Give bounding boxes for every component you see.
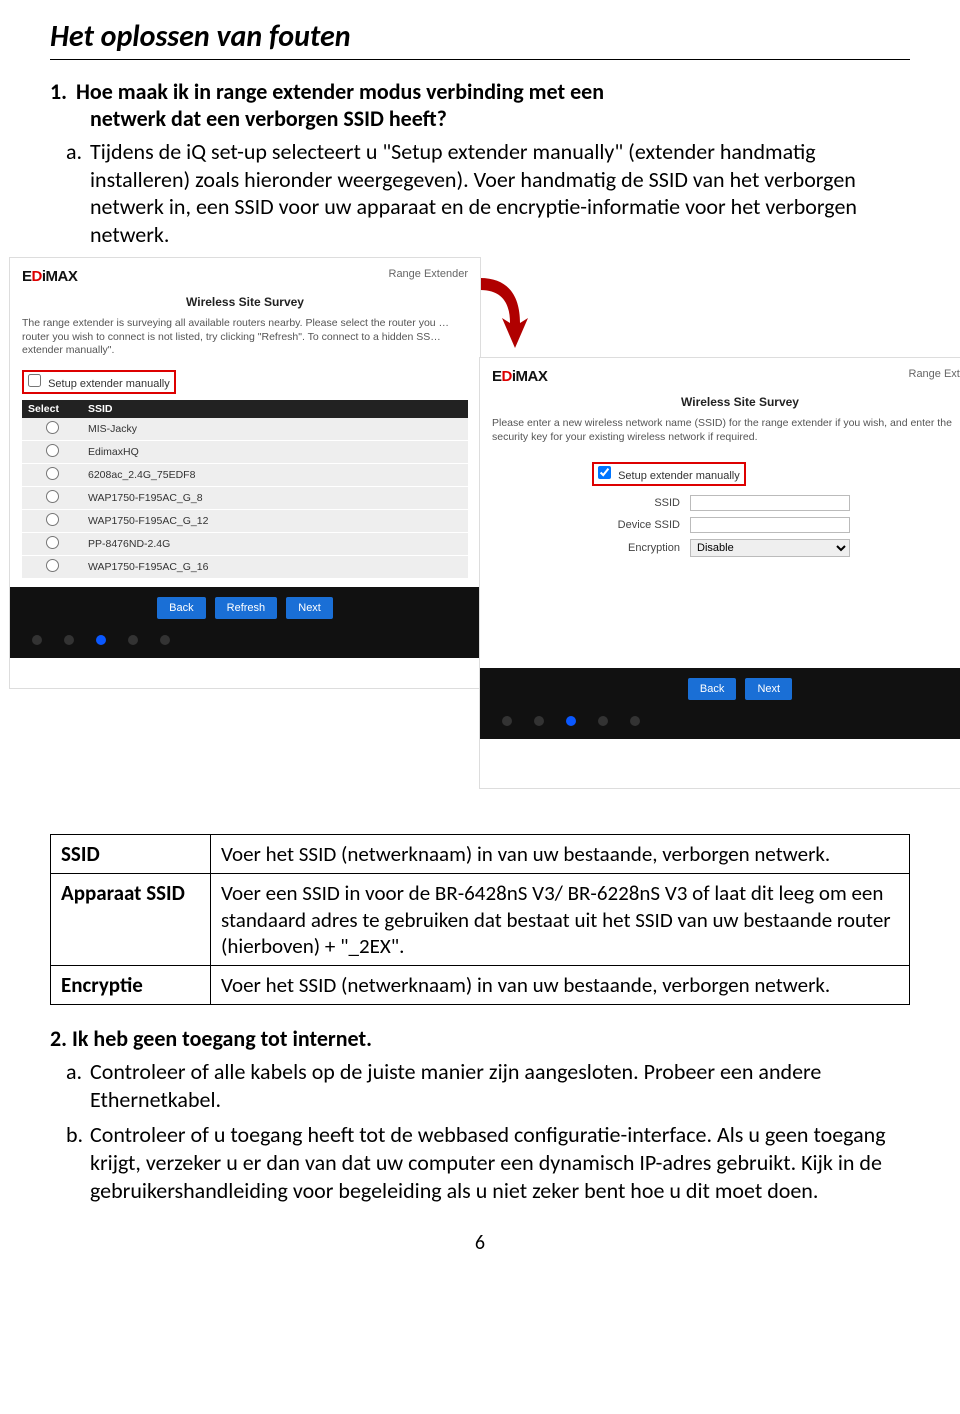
q1-number: 1. bbox=[50, 78, 76, 105]
screenshot-manual-entry: EDiMAX Range Extender Wireless Site Surv… bbox=[480, 358, 960, 788]
edimax-logo: EDiMAX bbox=[492, 368, 547, 385]
manual-label: Setup extender manually bbox=[618, 470, 740, 482]
q1-line2: netwerk dat een verborgen SSID heeft? bbox=[90, 105, 447, 132]
survey-title: Wireless Site Survey bbox=[480, 385, 960, 417]
encryption-label: Encryption bbox=[580, 542, 680, 554]
row-ssid: 6208ac_2.4G_75EDF8 bbox=[82, 463, 468, 486]
def-key-encryptie: Encryptie bbox=[51, 966, 211, 1005]
manual-label: Setup extender manually bbox=[48, 378, 170, 390]
next-button[interactable]: Next bbox=[286, 597, 333, 619]
table-row[interactable]: WAP1750-F195AC_G_8 bbox=[22, 486, 468, 509]
row-ssid: WAP1750-F195AC_G_16 bbox=[82, 555, 468, 578]
q1-a-letter: a. bbox=[66, 138, 90, 166]
q2-a-letter: a. bbox=[66, 1058, 90, 1086]
survey-title: Wireless Site Survey bbox=[10, 285, 480, 317]
screenshots-area: EDiMAX Range Extender Wireless Site Surv… bbox=[50, 258, 910, 818]
back-button[interactable]: Back bbox=[688, 678, 736, 700]
table-row[interactable]: PP-8476ND-2.4G bbox=[22, 532, 468, 555]
row-ssid: WAP1750-F195AC_G_8 bbox=[82, 486, 468, 509]
row-radio[interactable] bbox=[46, 559, 59, 572]
row-ssid: EdimaxHQ bbox=[82, 440, 468, 463]
q1-line1: Hoe maak ik in range extender modus verb… bbox=[76, 78, 604, 105]
row-radio[interactable] bbox=[46, 467, 59, 480]
row-ssid: PP-8476ND-2.4G bbox=[82, 532, 468, 555]
ssid-input[interactable] bbox=[690, 495, 850, 511]
status-dots bbox=[480, 710, 960, 739]
table-row[interactable]: MIS-Jacky bbox=[22, 418, 468, 441]
page-number: 6 bbox=[50, 1231, 910, 1255]
manual-intro: Please enter a new wireless network name… bbox=[480, 417, 960, 452]
range-extender-label: Range Extender bbox=[389, 268, 469, 280]
col-select: Select bbox=[22, 400, 82, 418]
page-title: Het oplossen van fouten bbox=[50, 18, 910, 60]
encryption-select[interactable]: Disable bbox=[690, 539, 850, 557]
q2-item-b: b.Controleer of u toegang heeft tot de w… bbox=[90, 1121, 910, 1205]
def-val-apparaat-ssid: Voer een SSID in voor de BR-6428nS V3/ B… bbox=[211, 874, 910, 966]
table-row[interactable]: WAP1750-F195AC_G_12 bbox=[22, 509, 468, 532]
def-key-apparaat-ssid: Apparaat SSID bbox=[51, 874, 211, 966]
def-key-ssid: SSID bbox=[51, 835, 211, 874]
row-ssid: MIS-Jacky bbox=[82, 418, 468, 441]
manual-checkbox[interactable] bbox=[28, 374, 41, 387]
manual-checkbox[interactable] bbox=[598, 466, 611, 479]
ssid-label: SSID bbox=[580, 497, 680, 509]
q2-item-a: a.Controleer of alle kabels op de juiste… bbox=[90, 1058, 910, 1114]
table-row[interactable]: 6208ac_2.4G_75EDF8 bbox=[22, 463, 468, 486]
row-radio[interactable] bbox=[46, 421, 59, 434]
row-radio[interactable] bbox=[46, 513, 59, 526]
definition-table: SSID Voer het SSID (netwerknaam) in van … bbox=[50, 834, 910, 1005]
table-row[interactable]: EdimaxHQ bbox=[22, 440, 468, 463]
ssid-table: SelectSSID MIS-Jacky EdimaxHQ 6208ac_2.4… bbox=[22, 400, 468, 579]
next-button[interactable]: Next bbox=[745, 678, 792, 700]
survey-intro: The range extender is surveying all avai… bbox=[10, 317, 480, 366]
status-dots bbox=[10, 629, 480, 658]
screenshot-site-survey-list: EDiMAX Range Extender Wireless Site Surv… bbox=[10, 258, 480, 688]
def-val-ssid: Voer het SSID (netwerknaam) in van uw be… bbox=[211, 835, 910, 874]
table-row[interactable]: WAP1750-F195AC_G_16 bbox=[22, 555, 468, 578]
row-ssid: WAP1750-F195AC_G_12 bbox=[82, 509, 468, 532]
range-extender-label: Range Extender bbox=[909, 368, 960, 380]
def-val-encryptie: Voer het SSID (netwerknaam) in van uw be… bbox=[211, 966, 910, 1005]
row-radio[interactable] bbox=[46, 536, 59, 549]
q2-b-letter: b. bbox=[66, 1121, 90, 1149]
back-button[interactable]: Back bbox=[157, 597, 205, 619]
setup-manually-checkbox[interactable]: Setup extender manually bbox=[592, 462, 746, 486]
edimax-logo: EDiMAX bbox=[22, 268, 77, 285]
row-radio[interactable] bbox=[46, 490, 59, 503]
device-ssid-input[interactable] bbox=[690, 517, 850, 533]
refresh-button[interactable]: Refresh bbox=[215, 597, 278, 619]
q1-item-a: a.Tijdens de iQ set-up selecteert u "Set… bbox=[90, 138, 910, 248]
q2-b-text: Controleer of u toegang heeft tot de web… bbox=[90, 1121, 886, 1204]
q2-a-text: Controleer of alle kabels op de juiste m… bbox=[90, 1058, 821, 1113]
q2-heading: 2. Ik heb geen toegang tot internet. bbox=[50, 1025, 910, 1052]
q1-heading: 1.Hoe maak ik in range extender modus ve… bbox=[50, 78, 910, 132]
device-ssid-label: Device SSID bbox=[580, 519, 680, 531]
setup-manually-checkbox[interactable]: Setup extender manually bbox=[22, 370, 176, 394]
q1-a-text: Tijdens de iQ set-up selecteert u "Setup… bbox=[90, 138, 857, 248]
col-ssid: SSID bbox=[82, 400, 468, 418]
row-radio[interactable] bbox=[46, 444, 59, 457]
